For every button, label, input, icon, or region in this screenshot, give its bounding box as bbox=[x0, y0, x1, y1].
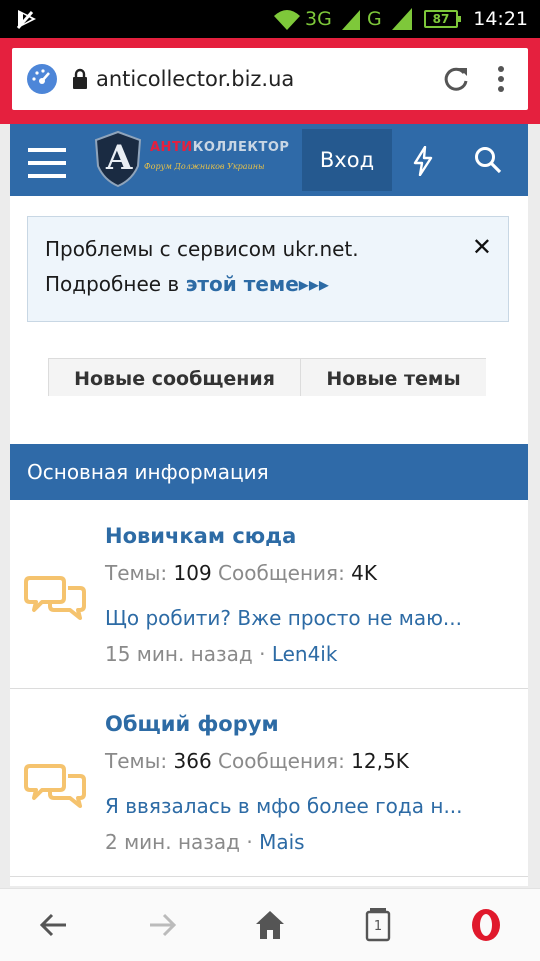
forum-row: Общий форум Темы: 366 Сообщения: 12,5K Я… bbox=[10, 688, 528, 877]
speed-dial-icon[interactable] bbox=[26, 63, 58, 99]
user-link[interactable]: Mais bbox=[259, 830, 305, 854]
forum-title[interactable]: Общий форум bbox=[105, 712, 279, 736]
site-logo[interactable]: A АНТИКОЛЛЕКТОР Форум Должников Украины bbox=[92, 130, 290, 190]
notice-text-line1: Проблемы с сервисом ukr.net. bbox=[45, 237, 359, 261]
search-icon[interactable] bbox=[474, 146, 502, 178]
battery-icon: 87 bbox=[424, 10, 461, 28]
logo-subtitle: Форум Должников Украины bbox=[144, 162, 265, 171]
home-icon[interactable] bbox=[250, 907, 290, 943]
web-page: A АНТИКОЛЛЕКТОР Форум Должников Украины … bbox=[10, 124, 528, 886]
notice-text-line2: Подробнее в этой теме▸▸▸ bbox=[45, 272, 329, 296]
forum-row: Новичкам сюда Темы: 109 Сообщения: 4K Що… bbox=[10, 500, 528, 689]
forum-stats: Темы: 109 Сообщения: 4K bbox=[105, 561, 378, 585]
chat-bubbles-icon bbox=[24, 572, 88, 620]
network-3g-label: 3G bbox=[305, 8, 332, 30]
logo-title: АНТИКОЛЛЕКТОР bbox=[150, 140, 290, 155]
lock-icon bbox=[72, 68, 88, 94]
logo-letter: A bbox=[106, 138, 133, 178]
signal-1-icon bbox=[340, 0, 362, 38]
network-g-label: G bbox=[367, 8, 382, 30]
hamburger-menu-icon[interactable] bbox=[28, 146, 66, 184]
status-bar: 3G G 87 14:21 bbox=[0, 0, 540, 38]
status-time: 14:21 bbox=[473, 8, 528, 30]
forum-title[interactable]: Новичкам сюда bbox=[105, 524, 296, 548]
lightning-icon[interactable] bbox=[412, 145, 434, 180]
forward-arrow-icon[interactable] bbox=[142, 907, 182, 943]
latest-thread-link[interactable]: Я ввязалась в мфо более года н... bbox=[105, 794, 507, 818]
chat-bubbles-icon bbox=[24, 760, 88, 808]
close-icon[interactable]: ✕ bbox=[472, 233, 492, 261]
browser-toolbar: anticollector.biz.ua bbox=[0, 38, 540, 124]
section-title[interactable]: Основная информация bbox=[10, 444, 528, 500]
site-header: A АНТИКОЛЛЕКТОР Форум Должников Украины … bbox=[10, 124, 528, 196]
latest-post-meta: 15 мин. назад · Len4ik bbox=[105, 642, 338, 666]
browser-bottom-nav: 1 bbox=[0, 888, 540, 961]
tab-new-posts[interactable]: Новые сообщения bbox=[48, 358, 300, 396]
forum-stats: Темы: 366 Сообщения: 12,5K bbox=[105, 749, 409, 773]
wifi-icon bbox=[272, 0, 302, 38]
tab-new-threads[interactable]: Новые темы bbox=[300, 358, 486, 396]
menu-dots-icon[interactable] bbox=[494, 65, 508, 97]
address-bar[interactable]: anticollector.biz.ua bbox=[12, 48, 528, 110]
tabs-count: 1 bbox=[373, 919, 383, 934]
opera-menu-icon[interactable] bbox=[466, 907, 506, 943]
user-link[interactable]: Len4ik bbox=[272, 642, 338, 666]
notice-link[interactable]: этой теме▸▸▸ bbox=[186, 272, 329, 296]
latest-post-meta: 2 мин. назад · Mais bbox=[105, 830, 305, 854]
back-arrow-icon[interactable] bbox=[34, 907, 74, 943]
login-button[interactable]: Вход bbox=[302, 129, 392, 191]
notice-banner: Проблемы с сервисом ukr.net. Подробнее в… bbox=[27, 216, 509, 322]
url-text[interactable]: anticollector.biz.ua bbox=[96, 48, 294, 110]
reload-icon[interactable] bbox=[442, 65, 470, 97]
app-notification-icon bbox=[14, 0, 40, 38]
tabs-icon[interactable]: 1 bbox=[358, 907, 398, 943]
signal-2-icon bbox=[390, 0, 414, 38]
latest-thread-link[interactable]: Що робити? Вже просто не маю... bbox=[105, 606, 507, 630]
